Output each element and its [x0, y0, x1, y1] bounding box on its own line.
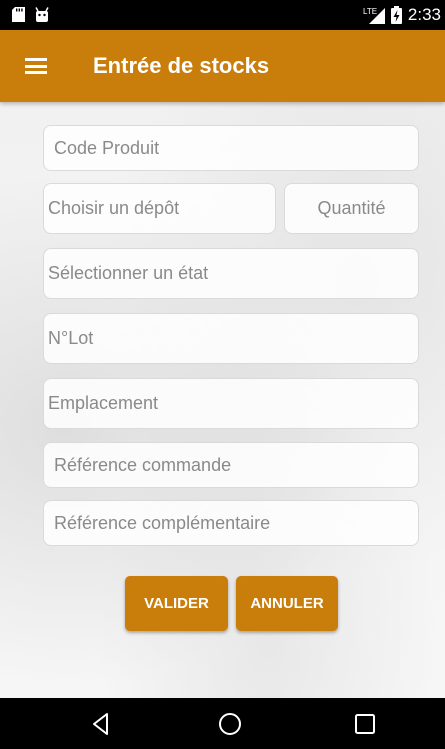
code-produit-input[interactable]: Code Produit [43, 125, 419, 171]
depot-select[interactable]: Choisir un dépôt [43, 183, 276, 234]
emplacement-input[interactable]: Emplacement [43, 378, 419, 429]
page-title: Entrée de stocks [93, 53, 270, 78]
home-icon[interactable] [217, 711, 243, 737]
form-container: Code Produit Choisir un dépôt Quantité S… [0, 102, 445, 698]
app-bar: Entrée de stocks [0, 30, 445, 102]
annuler-button[interactable]: ANNULER [236, 576, 338, 631]
quantite-input[interactable]: Quantité [284, 183, 419, 234]
svg-text:LTE: LTE [363, 7, 377, 16]
sd-card-icon [12, 7, 25, 22]
reference-commande-input[interactable]: Référence commande [43, 442, 419, 488]
lte-signal-icon: LTE [363, 7, 385, 24]
hamburger-menu-icon[interactable] [25, 58, 47, 74]
recents-icon[interactable] [352, 711, 378, 737]
lot-input[interactable]: N°Lot [43, 313, 419, 364]
reference-complementaire-input[interactable]: Référence complémentaire [43, 500, 419, 546]
navigation-bar [0, 698, 445, 749]
etat-select[interactable]: Sélectionner un état [43, 248, 419, 299]
status-bar: LTE 2:33 [0, 0, 445, 30]
back-icon[interactable] [88, 711, 114, 737]
android-notification-icon [35, 7, 49, 22]
status-time: 2:33 [407, 5, 441, 24]
valider-button[interactable]: VALIDER [125, 576, 228, 631]
battery-charging-icon [390, 6, 402, 24]
